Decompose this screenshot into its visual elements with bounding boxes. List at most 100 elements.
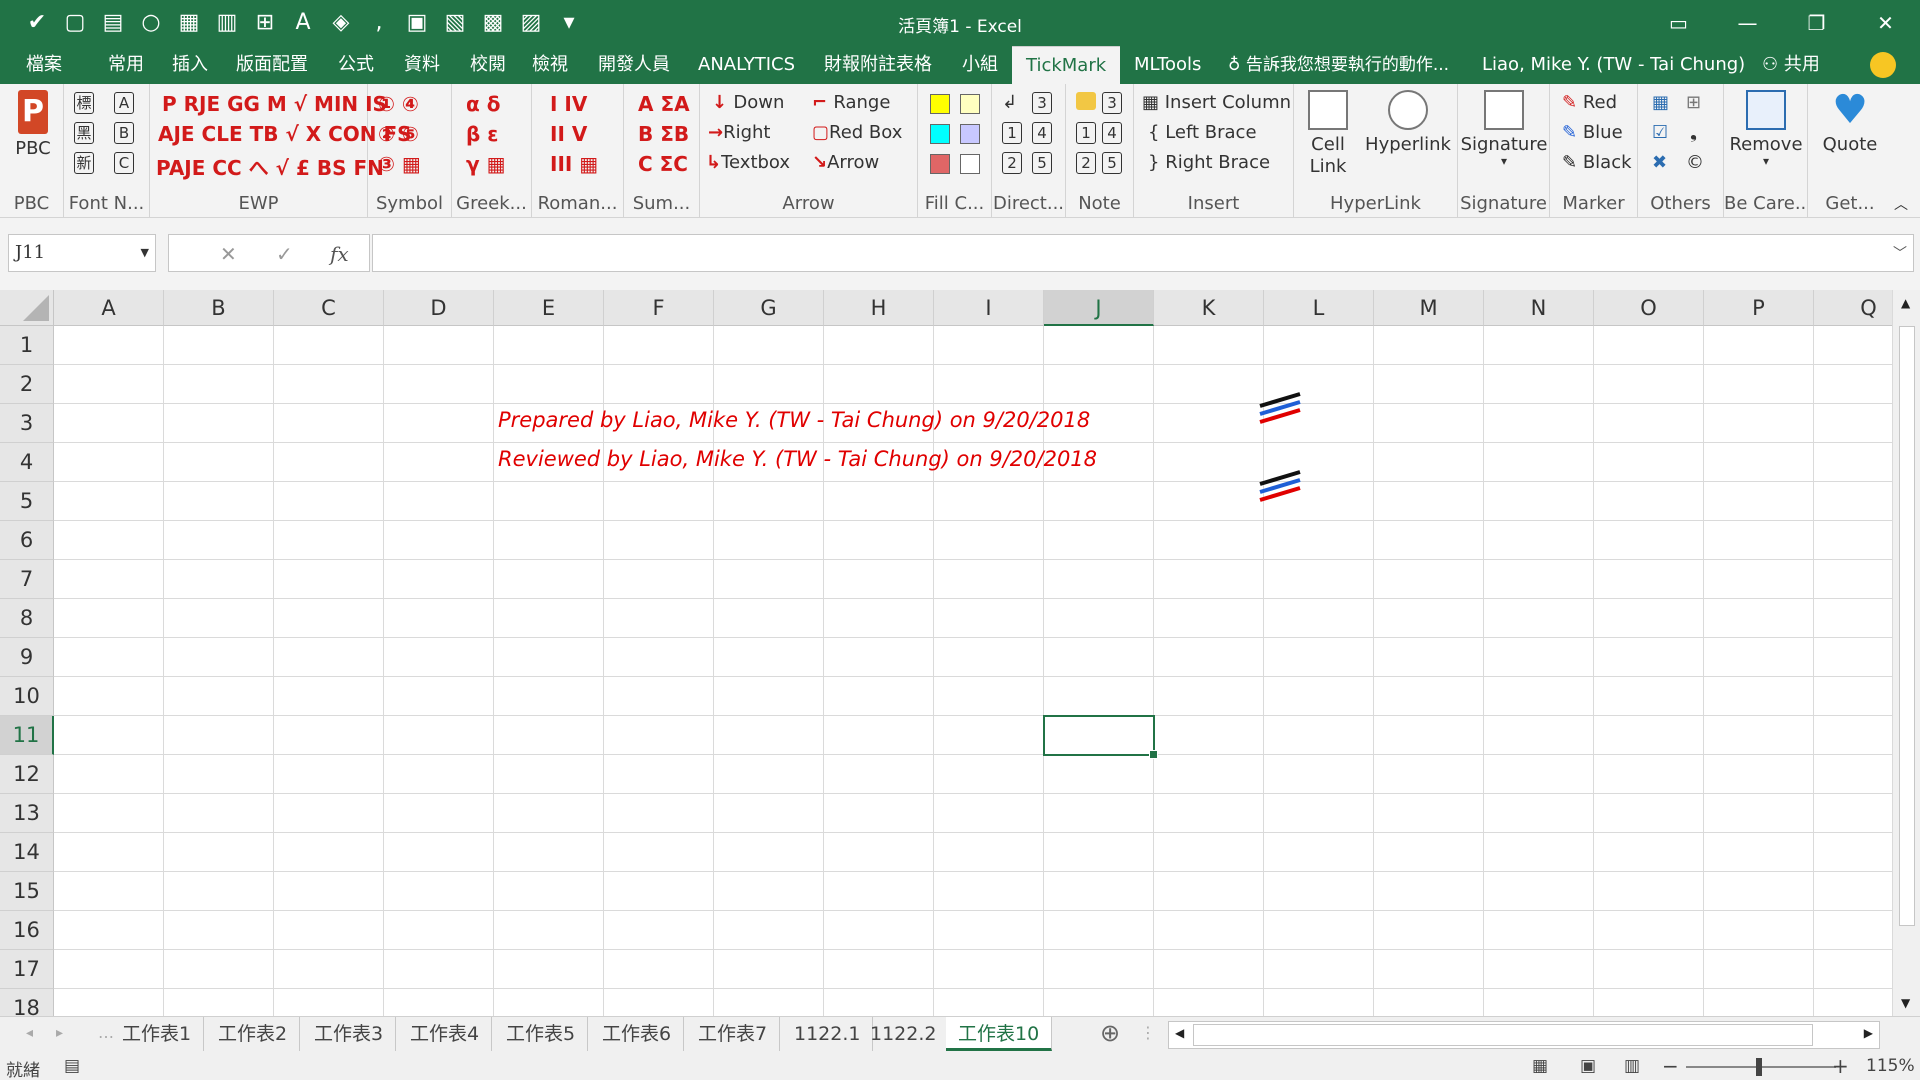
direct-box-5[interactable]: 5 — [1032, 152, 1052, 174]
tab-review[interactable]: 校閱 — [470, 46, 506, 84]
tab-split-icon[interactable]: ⋮ — [1140, 1023, 1156, 1042]
font-style-1-icon[interactable]: 標 — [74, 92, 94, 114]
column-header-l[interactable]: L — [1264, 290, 1374, 326]
row-header-6[interactable]: 6 — [0, 521, 54, 560]
enter-icon[interactable]: ✓ — [276, 242, 293, 266]
note-box-5[interactable]: 5 — [1102, 152, 1122, 174]
signature-button[interactable]: Signature ▾ — [1460, 90, 1548, 167]
direct-box-4[interactable]: 4 — [1032, 122, 1052, 144]
scroll-up-icon[interactable]: ▲ — [1901, 296, 1910, 310]
red-box-button[interactable]: ▢Red Box — [812, 122, 902, 143]
sheet-tab-5[interactable]: 工作表5 — [494, 1017, 589, 1051]
column-header-f[interactable]: F — [604, 290, 714, 326]
tab-analytics[interactable]: ANALYTICS — [698, 46, 795, 84]
scroll-thumb[interactable] — [1899, 326, 1915, 926]
pbc-button[interactable]: P PBC — [8, 90, 58, 159]
symbol-row-2[interactable]: ② ⑤ — [378, 122, 419, 146]
scroll-down-icon[interactable]: ▼ — [1901, 996, 1910, 1010]
row-header-14[interactable]: 14 — [0, 833, 54, 872]
horizontal-scrollbar[interactable]: ◀ ▶ — [1168, 1021, 1880, 1049]
normal-view-icon[interactable]: ▦ — [1532, 1056, 1548, 1076]
row-header-1[interactable]: 1 — [0, 326, 54, 365]
tick-marker-2-icon[interactable] — [1256, 468, 1306, 508]
page-layout-icon[interactable]: ▣ — [1580, 1056, 1596, 1076]
sheet-tab-4[interactable]: 工作表4 — [398, 1017, 493, 1051]
expand-formula-icon[interactable]: ﹀ — [1893, 243, 1907, 263]
marker-black-button[interactable]: ✎ Black — [1562, 152, 1632, 173]
minimize-icon[interactable]: — — [1713, 0, 1782, 46]
prev-sheet-icon[interactable]: ◂ — [26, 1025, 33, 1041]
tick-marker-1-icon[interactable] — [1256, 390, 1306, 430]
row-header-17[interactable]: 17 — [0, 950, 54, 989]
fill-red-swatch[interactable] — [930, 154, 950, 174]
sheet-tab-2[interactable]: 工作表2 — [206, 1017, 301, 1051]
column-header-d[interactable]: D — [384, 290, 494, 326]
arrow-button[interactable]: ↘Arrow — [812, 152, 879, 173]
insert-function-icon[interactable]: fx — [330, 242, 349, 266]
ribbon-display-icon[interactable]: ▭ — [1644, 0, 1713, 46]
collapse-ribbon-icon[interactable]: ︿ — [1894, 194, 1908, 214]
zoom-out-icon[interactable]: − — [1662, 1054, 1679, 1078]
row-header-18[interactable]: 18 — [0, 989, 54, 1016]
column-header-o[interactable]: O — [1594, 290, 1704, 326]
fill-yellow-swatch[interactable] — [930, 94, 950, 114]
column-header-k[interactable]: K — [1154, 290, 1264, 326]
tab-home[interactable]: 常用 — [108, 46, 144, 84]
insert-column-button[interactable]: ▦ Insert Column — [1142, 92, 1291, 113]
tell-me-search[interactable]: ♁ 告訴我您想要執行的動作... — [1228, 46, 1449, 84]
scroll-left-icon[interactable]: ◀ — [1175, 1026, 1184, 1040]
page-break-icon[interactable]: ▥ — [1624, 1056, 1640, 1076]
sheet-tab-1[interactable]: 工作表1 — [110, 1017, 205, 1051]
tab-insert[interactable]: 插入 — [172, 46, 208, 84]
row-header-8[interactable]: 8 — [0, 599, 54, 638]
column-header-p[interactable]: P — [1704, 290, 1814, 326]
roman-row-1[interactable]: I IV — [550, 92, 587, 116]
close-icon[interactable]: ✕ — [1851, 0, 1920, 46]
cell-e4-reviewed[interactable]: Reviewed by Liao, Mike Y. (TW - Tai Chun… — [498, 447, 1097, 471]
right-brace-button[interactable]: } Right Brace — [1148, 152, 1270, 173]
cell-link-button[interactable]: Cell Link — [1300, 90, 1356, 178]
direct-box-1[interactable]: 1 — [1002, 122, 1022, 144]
tab-data[interactable]: 資料 — [404, 46, 440, 84]
sheet-tab-9[interactable]: 1122.2 — [858, 1017, 950, 1051]
roman-row-3[interactable]: III ▦ — [550, 152, 598, 176]
tab-tickmark[interactable]: TickMark — [1012, 46, 1121, 84]
calendar-icon[interactable]: ▦ — [1652, 92, 1669, 113]
symbol-row-1[interactable]: ① ④ — [378, 92, 419, 116]
row-header-7[interactable]: 7 — [0, 560, 54, 599]
left-brace-button[interactable]: { Left Brace — [1148, 122, 1257, 143]
user-name[interactable]: Liao, Mike Y. (TW - Tai Chung) — [1482, 46, 1745, 84]
font-box-b[interactable]: B — [114, 122, 134, 144]
remove-button[interactable]: Remove ▾ — [1726, 90, 1806, 167]
column-header-i[interactable]: I — [934, 290, 1044, 326]
sum-row-3[interactable]: C ΣC — [638, 152, 688, 176]
row-header-11[interactable]: 11 — [0, 716, 54, 755]
range-button[interactable]: ⌐ Range — [812, 92, 890, 113]
worksheet-grid[interactable]: ABCDEFGHIJKLMNOPQ 1 2 3 4 5 6 7 8 9 10 11 12 13 14 15 1… — [0, 290, 1920, 1016]
row-header-5[interactable]: 5 — [0, 482, 54, 521]
tab-notes-table[interactable]: 財報附註表格 — [824, 46, 932, 84]
direct-box-2[interactable]: 2 — [1002, 152, 1022, 174]
column-header-m[interactable]: M — [1374, 290, 1484, 326]
textbox-button[interactable]: ↳Textbox — [706, 152, 790, 173]
add-sheet-icon[interactable]: ⊕ — [1100, 1019, 1120, 1047]
arrow-right-button[interactable]: →Right — [708, 122, 771, 143]
row-header-10[interactable]: 10 — [0, 677, 54, 716]
fill-lavender-swatch[interactable] — [960, 124, 980, 144]
scroll-right-icon[interactable]: ▶ — [1864, 1026, 1873, 1040]
ewp-row-1[interactable]: P RJE GG M √ MIN IS — [162, 92, 387, 116]
h-scroll-thumb[interactable] — [1193, 1024, 1813, 1046]
restore-icon[interactable]: ❐ — [1782, 0, 1851, 46]
font-style-3-icon[interactable]: 新 — [74, 152, 94, 174]
direct-arrow-icon[interactable]: ↲ — [1002, 92, 1017, 113]
row-header-3[interactable]: 3 — [0, 404, 54, 443]
marker-red-button[interactable]: ✎ Red — [1562, 92, 1617, 113]
greek-row-1[interactable]: α δ — [466, 92, 500, 116]
row-header-15[interactable]: 15 — [0, 872, 54, 911]
note-box-3[interactable]: 3 — [1102, 92, 1122, 114]
column-header-g[interactable]: G — [714, 290, 824, 326]
tab-page-layout[interactable]: 版面配置 — [236, 46, 308, 84]
sheet-tab-6[interactable]: 工作表6 — [590, 1017, 685, 1051]
row-header-12[interactable]: 12 — [0, 755, 54, 794]
column-header-h[interactable]: H — [824, 290, 934, 326]
